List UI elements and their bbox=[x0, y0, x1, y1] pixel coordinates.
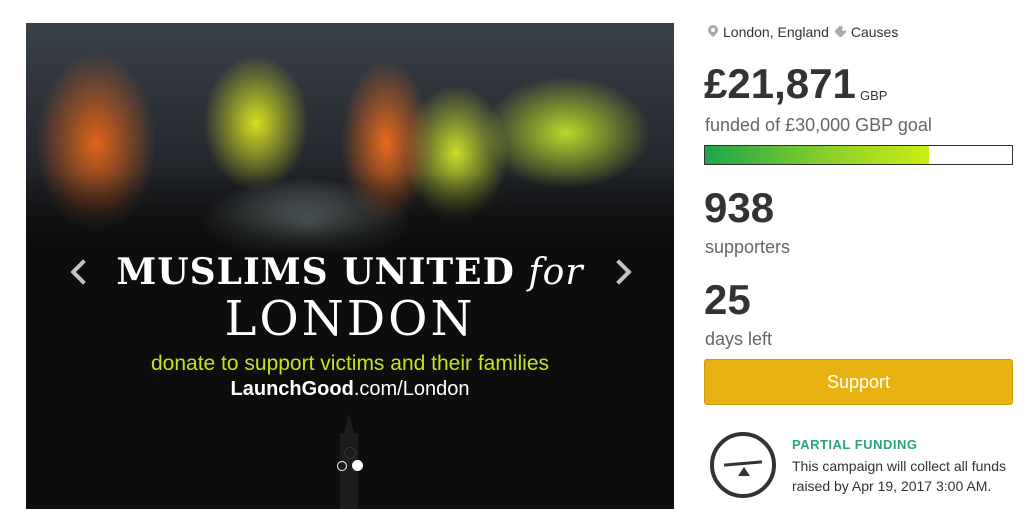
banner-headline-line2: LONDON bbox=[224, 291, 476, 347]
scale-icon bbox=[710, 432, 776, 498]
banner-site: LaunchGood.com/London bbox=[26, 378, 674, 401]
banner-site-path: .com/London bbox=[353, 378, 470, 400]
campaign-category[interactable]: Causes bbox=[851, 24, 898, 40]
supporters-count: 938 bbox=[704, 184, 775, 231]
carousel-dot-2-active[interactable] bbox=[352, 460, 363, 471]
carousel-dot-1[interactable] bbox=[337, 461, 347, 471]
goal-text: funded of £30,000 GBP goal bbox=[705, 115, 932, 135]
carousel-next-button[interactable] bbox=[606, 259, 634, 285]
support-button[interactable]: Support bbox=[704, 359, 1013, 405]
banner-site-brand: LaunchGood bbox=[230, 378, 354, 400]
partial-funding-title: PARTIAL FUNDING bbox=[792, 437, 918, 452]
funding-progress-bar bbox=[704, 145, 1013, 165]
campaign-location[interactable]: London, England bbox=[723, 24, 829, 40]
banner-headline-line1: MUSLIMS UNITED for bbox=[116, 251, 584, 293]
scale-base bbox=[738, 467, 750, 476]
carousel-prev-button[interactable] bbox=[64, 259, 96, 285]
supporters-label: supporters bbox=[705, 237, 791, 257]
partial-funding-text: This campaign will collect all funds rai… bbox=[792, 458, 1006, 494]
amount-raised: £21,871 bbox=[704, 60, 856, 107]
campaign-image-carousel[interactable]: MUSLIMS UNITED for LONDON donate to supp… bbox=[26, 23, 674, 509]
carousel-indicators bbox=[337, 460, 367, 473]
campaign-meta: London, England Causes bbox=[708, 24, 898, 40]
scale-beam bbox=[723, 460, 763, 467]
banner-headline-for: for bbox=[528, 252, 584, 293]
amount-currency: GBP bbox=[860, 88, 888, 103]
banner-tagline: donate to support victims and their fami… bbox=[150, 352, 550, 375]
days-left-count: 25 bbox=[704, 276, 751, 323]
photo-fade bbox=[26, 173, 674, 263]
chevron-right-icon bbox=[606, 259, 632, 285]
location-pin-icon bbox=[708, 25, 718, 39]
days-left-label: days left bbox=[705, 329, 773, 349]
funding-progress-fill bbox=[705, 146, 929, 164]
tag-icon bbox=[835, 26, 847, 38]
